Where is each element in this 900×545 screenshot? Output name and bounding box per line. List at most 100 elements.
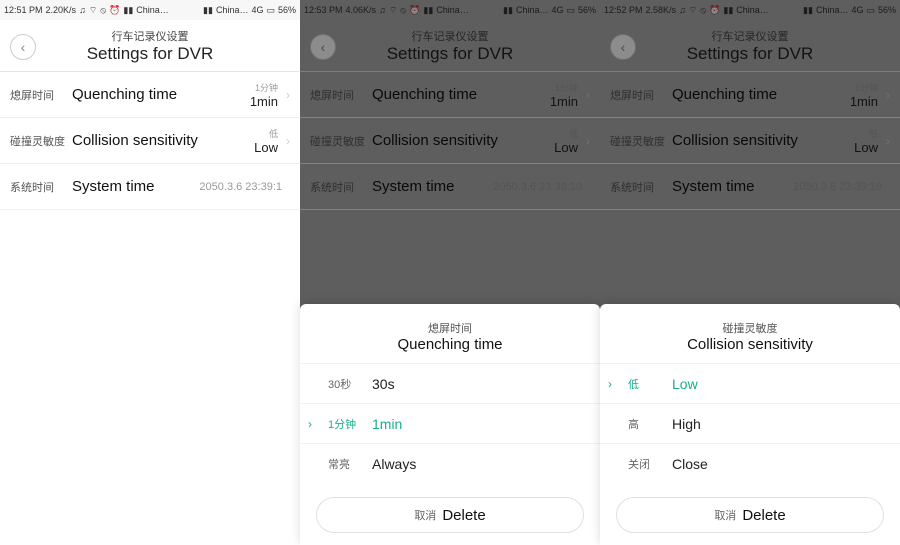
- alarm-icon: ⏰: [409, 5, 420, 16]
- sheet-title-en: Quenching time: [300, 336, 600, 353]
- sheet-option[interactable]: ›30秒30s: [300, 363, 600, 403]
- page-header: ‹行车记录仪设置Settings for DVR: [0, 20, 300, 72]
- mute-icon: ⦸: [700, 5, 706, 16]
- status-battery: 56%: [278, 5, 296, 15]
- status-bar: 12:53 PM4.06K/s♫⌔⦸⏰▮▮China…▮▮China…4G▭56…: [300, 0, 600, 20]
- battery-icon: ▭: [266, 5, 275, 16]
- status-carrier: China…: [516, 5, 549, 15]
- row-label-en: Collision sensitivity: [372, 132, 554, 149]
- setting-row-quenching-time[interactable]: 熄屏时间Quenching time1分钟1min›: [0, 72, 300, 118]
- status-carrier: China…: [216, 5, 249, 15]
- chevron-right-icon: ›: [586, 88, 590, 102]
- cancel-label-en: Delete: [742, 507, 785, 524]
- option-label-en: Always: [372, 456, 416, 472]
- row-value: 1分钟1min: [850, 81, 878, 109]
- battery-icon: ▭: [566, 5, 575, 16]
- row-value-en: 2050.3.6 23:39:10: [793, 181, 882, 193]
- status-battery: 56%: [878, 5, 896, 15]
- back-button[interactable]: ‹: [10, 34, 36, 60]
- row-value: 2050.3.6 23:38:10: [493, 181, 582, 193]
- sheet-cancel-button[interactable]: 取消Delete: [616, 497, 884, 533]
- sheet-option[interactable]: ›1分钟1min: [300, 403, 600, 443]
- option-label-cn: 常亮: [328, 456, 372, 472]
- sheet-option[interactable]: ›高High: [600, 403, 900, 443]
- row-label-en: System time: [372, 178, 493, 195]
- screen-panel: 12:52 PM2.58K/s♫⌔⦸⏰▮▮China…▮▮China…4G▭56…: [600, 0, 900, 545]
- row-value-cn: 1分钟: [555, 81, 578, 94]
- row-label-cn: 熄屏时间: [10, 87, 72, 103]
- bottom-sheet: 碰撞灵敏度Collision sensitivity›低Low›高High›关闭…: [600, 304, 900, 545]
- signal-icon: ▮▮: [723, 5, 733, 16]
- status-time: 12:53 PM: [304, 5, 343, 15]
- chevron-right-icon: ›: [886, 134, 890, 148]
- settings-list: 熄屏时间Quenching time1分钟1min›碰撞灵敏度Collision…: [0, 72, 300, 545]
- screen-panel: 12:51 PM2.20K/s♫⌔⦸⏰▮▮China…▮▮China…4G▭56…: [0, 0, 300, 545]
- chevron-right-icon: ›: [286, 134, 290, 148]
- row-value-en: 2050.3.6 23:39:1: [199, 181, 282, 193]
- row-value: 2050.3.6 23:39:10: [793, 181, 882, 193]
- status-network: 4G: [851, 5, 863, 15]
- sheet-option[interactable]: ›常亮Always: [300, 443, 600, 483]
- setting-row-system-time[interactable]: 系统时间System time2050.3.6 23:39:1: [0, 164, 300, 210]
- setting-row-collision-sensitivity[interactable]: 碰撞灵敏度Collision sensitivity低Low ›: [300, 118, 600, 164]
- row-label-cn: 碰撞灵敏度: [10, 133, 72, 149]
- row-label-en: System time: [672, 178, 793, 195]
- option-label-en: 30s: [372, 376, 395, 392]
- option-label-cn: 30秒: [328, 376, 372, 392]
- row-value-en: 1min: [850, 94, 878, 109]
- row-value: 1分钟1min: [250, 81, 278, 109]
- sheet-title-cn: 熄屏时间: [300, 320, 600, 336]
- chevron-right-icon: ›: [586, 134, 590, 148]
- headset-icon: ♫: [79, 5, 86, 15]
- page-title-en: Settings for DVR: [687, 44, 814, 64]
- setting-row-collision-sensitivity[interactable]: 碰撞灵敏度Collision sensitivity低Low›: [600, 118, 900, 164]
- status-carrier: China…: [436, 5, 469, 15]
- bluetooth-icon: ⌔: [689, 5, 697, 16]
- bluetooth-icon: ⌔: [389, 5, 397, 16]
- sheet-title: 熄屏时间Quenching time: [300, 314, 600, 363]
- status-bar: 12:51 PM2.20K/s♫⌔⦸⏰▮▮China…▮▮China…4G▭56…: [0, 0, 300, 20]
- status-battery: 56%: [578, 5, 596, 15]
- setting-row-system-time[interactable]: 系统时间System time2050.3.6 23:38:10: [300, 164, 600, 210]
- signal-icon: ▮▮: [803, 5, 813, 16]
- screen-panel: 12:53 PM4.06K/s♫⌔⦸⏰▮▮China…▮▮China…4G▭56…: [300, 0, 600, 545]
- sheet-cancel-button[interactable]: 取消Delete: [316, 497, 584, 533]
- status-carrier: China…: [736, 5, 769, 15]
- row-label-cn: 系统时间: [610, 179, 672, 195]
- back-button[interactable]: ‹: [310, 34, 336, 60]
- sheet-option[interactable]: ›低Low: [600, 363, 900, 403]
- page-header: ‹行车记录仪设置Settings for DVR: [300, 20, 600, 72]
- row-value: 低Low: [254, 127, 278, 155]
- row-label-cn: 碰撞灵敏度: [310, 133, 372, 149]
- mute-icon: ⦸: [100, 5, 106, 16]
- row-value: 低Low: [554, 127, 578, 155]
- option-label-cn: 关闭: [628, 456, 672, 472]
- row-label-en: Quenching time: [72, 86, 250, 103]
- setting-row-quenching-time[interactable]: 熄屏时间Quenching time1分钟1min›: [300, 72, 600, 118]
- battery-icon: ▭: [866, 5, 875, 16]
- row-value-cn: 低: [869, 127, 878, 140]
- option-label-en: Close: [672, 456, 708, 472]
- status-carrier: China…: [136, 5, 169, 15]
- option-label-cn: 高: [628, 416, 672, 432]
- row-label-cn: 熄屏时间: [310, 87, 372, 103]
- row-label-en: Quenching time: [672, 86, 850, 103]
- page-header: ‹行车记录仪设置Settings for DVR: [600, 20, 900, 72]
- row-label-en: System time: [72, 178, 199, 195]
- row-label-en: Quenching time: [372, 86, 550, 103]
- option-label-en: High: [672, 416, 701, 432]
- option-label-cn: 1分钟: [328, 416, 372, 432]
- signal-icon: ▮▮: [123, 5, 133, 16]
- sheet-title-cn: 碰撞灵敏度: [600, 320, 900, 336]
- setting-row-system-time[interactable]: 系统时间System time2050.3.6 23:39:10: [600, 164, 900, 210]
- back-button[interactable]: ‹: [610, 34, 636, 60]
- setting-row-quenching-time[interactable]: 熄屏时间Quenching time1分钟1min›: [600, 72, 900, 118]
- mute-icon: ⦸: [400, 5, 406, 16]
- chevron-left-icon: ‹: [621, 39, 626, 55]
- sheet-option[interactable]: ›关闭Close: [600, 443, 900, 483]
- status-speed: 4.06K/s: [346, 5, 377, 15]
- headset-icon: ♫: [679, 5, 686, 15]
- setting-row-collision-sensitivity[interactable]: 碰撞灵敏度Collision sensitivity低Low›: [0, 118, 300, 164]
- row-label-cn: 系统时间: [10, 179, 72, 195]
- row-label-cn: 熄屏时间: [610, 87, 672, 103]
